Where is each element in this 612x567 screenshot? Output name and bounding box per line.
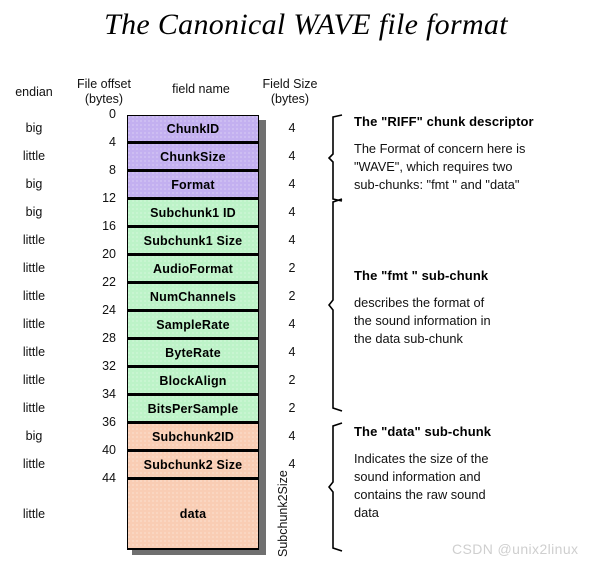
file-offset-label: 0 [109,107,116,121]
endian-label: little [22,457,46,471]
field-row-blockalign: BlockAlign [127,367,259,395]
field-size-label: 4 [288,121,296,135]
column-header-field-size: Field Size (bytes) [250,77,330,107]
endian-label: little [22,345,46,359]
column-header-file-offset-line1: File offset [77,77,131,91]
subchunk2size-vertical-label: Subchunk2Size [276,470,290,558]
file-offset-label: 12 [102,191,116,205]
field-row-numchannels: NumChannels [127,283,259,311]
field-row-audioformat: AudioFormat [127,255,259,283]
file-offset-label: 8 [109,163,116,177]
field-row-subchunk2id: Subchunk2ID [127,423,259,451]
field-row-bitspersample: BitsPerSample [127,395,259,423]
annotation-fmt-chunk-title: The "fmt " sub-chunk [354,268,489,283]
endian-label: big [25,121,43,135]
endian-label: big [25,177,43,191]
column-header-file-offset-line2: (bytes) [84,92,124,106]
annotation-data-chunk-body: Indicates the size of the sound informat… [354,451,489,520]
column-header-field-name: field name [146,82,256,97]
field-size-label: 4 [288,149,296,163]
annotation-fmt-chunk-body: describes the format of the sound inform… [354,295,491,346]
field-row-label: NumChannels [149,289,237,304]
field-size-label: 4 [288,233,296,247]
endian-label: little [22,317,46,331]
column-header-file-offset: File offset (bytes) [62,77,146,107]
endian-label: little [22,373,46,387]
column-header-field-name-label: field name [172,82,230,96]
field-row-label: data [179,507,207,521]
field-row-label: Subchunk1 Size [143,233,243,248]
field-row-label: ChunkSize [160,149,226,164]
field-size-label: 4 [288,345,296,359]
brace-riff-chunk [328,114,343,202]
file-offset-label: 24 [102,303,116,317]
endian-label: little [22,261,46,275]
file-offset-label: 4 [109,135,116,149]
endian-label: little [22,289,46,303]
annotation-riff-chunk-title: The "RIFF" chunk descriptor [354,114,534,129]
field-row-label: Format [171,177,215,192]
field-row-samplerate: SampleRate [127,311,259,339]
field-row-byterate: ByteRate [127,339,259,367]
field-row-label: Subchunk1 ID [150,205,236,220]
field-row-label: AudioFormat [153,261,233,276]
column-header-field-size-line2: (bytes) [270,92,310,106]
file-offset-label: 20 [102,247,116,261]
brace-data-chunk [328,422,343,552]
endian-label: little [22,233,46,247]
field-row-label: BitsPerSample [147,401,239,416]
file-offset-label: 36 [102,415,116,429]
field-size-label: 2 [288,289,296,303]
column-header-field-size-line1: Field Size [262,77,318,91]
field-row-label: BlockAlign [159,373,227,388]
page-title: The Canonical WAVE file format [104,8,508,41]
field-row-subchunk1-size: Subchunk1 Size [127,227,259,255]
endian-label: big [25,205,43,219]
field-size-label: 2 [288,401,296,415]
column-header-endian-label: endian [15,85,53,99]
annotation-data-chunk: The "data" sub-chunk Indicates the size … [354,424,612,522]
field-row-chunkid: ChunkID [127,115,259,143]
endian-label: little [22,149,46,163]
annotation-riff-chunk-body: The Format of concern here is "WAVE", wh… [354,141,526,192]
file-offset-label: 22 [102,275,116,289]
field-row-subchunk2-size: Subchunk2 Size [127,451,259,479]
field-row-label: Subchunk2ID [151,429,235,444]
field-row-format: Format [127,171,259,199]
field-row-label: Subchunk2 Size [143,457,243,472]
file-offset-label: 28 [102,331,116,345]
endian-label: big [25,429,43,443]
field-row-label: ChunkID [166,121,220,136]
file-offset-label: 32 [102,359,116,373]
field-size-label: 2 [288,373,296,387]
annotation-riff-chunk: The "RIFF" chunk descriptor The Format o… [354,114,612,194]
endian-label: little [22,401,46,415]
column-header-endian: endian [2,85,66,100]
file-offset-label: 40 [102,443,116,457]
annotation-data-chunk-title: The "data" sub-chunk [354,424,492,439]
field-row-label: ByteRate [165,345,221,360]
file-offset-label: 44 [102,471,116,485]
field-size-label: 4 [288,317,296,331]
field-size-label: 4 [288,177,296,191]
file-offset-label: 34 [102,387,116,401]
file-offset-label: 16 [102,219,116,233]
annotation-fmt-chunk: The "fmt " sub-chunk describes the forma… [354,268,612,348]
field-row-subchunk1-id: Subchunk1 ID [127,199,259,227]
endian-label: little [22,506,46,521]
field-size-label: 4 [288,429,296,443]
field-size-label: 4 [288,205,296,219]
field-size-label: 2 [288,261,296,275]
field-row-chunksize: ChunkSize [127,143,259,171]
field-row-data: data [127,479,259,550]
field-row-label: SampleRate [156,317,230,332]
csdn-watermark: CSDN @unix2linux [452,541,579,557]
brace-fmt-chunk [328,198,343,412]
